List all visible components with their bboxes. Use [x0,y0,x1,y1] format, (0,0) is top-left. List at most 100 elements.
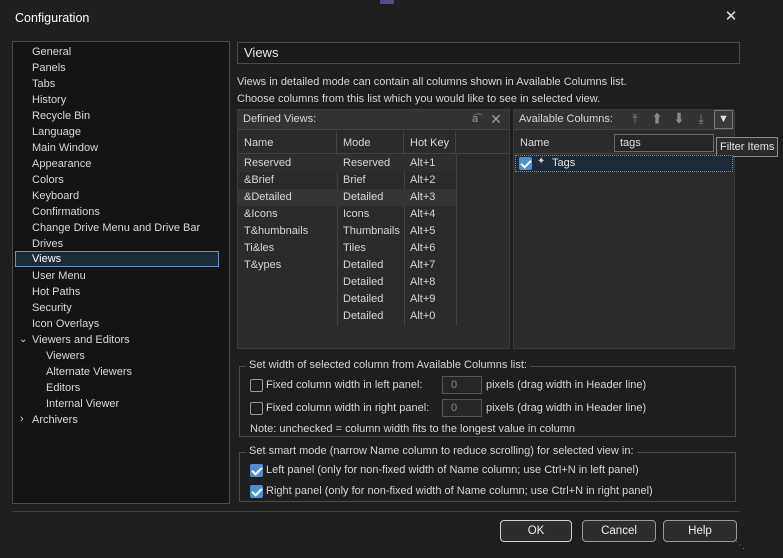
tags-checkbox[interactable] [519,157,532,170]
column-header-name[interactable]: Name [514,132,610,154]
sidebar-item-alternate-viewers[interactable]: Alternate Viewers [46,364,132,380]
defined-views-header: Name Mode Hot Key [238,132,509,154]
sidebar-item-internal-viewer[interactable]: Internal Viewer [46,396,119,412]
table-cell-hotkey[interactable]: Alt+3 [410,189,435,206]
filter-tooltip: Filter Items [716,137,779,157]
filter-input[interactable]: tags [614,134,714,152]
sidebar-item-recycle-bin[interactable]: Recycle Bin [32,108,90,124]
right-width-checkbox[interactable] [250,402,263,415]
delete-icon[interactable]: ✕ [487,110,505,128]
sidebar-item-editors[interactable]: Editors [46,380,80,396]
sidebar-item-views[interactable]: Views [15,251,219,267]
table-cell-name[interactable]: &Brief [244,172,274,189]
sidebar-item-general[interactable]: General [32,44,71,60]
sidebar-item-viewers-and-editors[interactable]: Viewers and Editors [32,332,130,348]
sidebar-tree[interactable]: General Panels Tabs History Recycle Bin … [12,41,230,504]
table-cell-mode[interactable]: Brief [343,172,366,189]
sidebar-item-main-window[interactable]: Main Window [32,140,98,156]
list-item[interactable]: ✦ Tags [515,155,733,172]
filter-icon[interactable]: ▼ [714,110,733,129]
sidebar-item-drives[interactable]: Drives [32,236,63,252]
footer-divider [12,511,740,512]
table-cell-hotkey[interactable]: Alt+7 [410,257,435,274]
title-bar [0,0,783,36]
table-cell-name[interactable]: &Detailed [244,189,292,206]
cancel-button[interactable]: Cancel [582,520,656,542]
sidebar-item-appearance[interactable]: Appearance [32,156,91,172]
sidebar-item-history[interactable]: History [32,92,66,108]
smart-right-checkbox[interactable] [250,485,263,498]
table-cell-mode[interactable]: Icons [343,206,369,223]
table-cell-hotkey[interactable]: Alt+8 [410,274,435,291]
move-up-icon[interactable]: 🠱 [648,110,666,128]
page-header [237,42,740,64]
smart-left-label: Left panel (only for non-fixed width of … [266,464,639,476]
list-item-label: Tags [552,157,576,169]
sidebar-item-language[interactable]: Language [32,124,81,140]
left-width-checkbox[interactable] [250,379,263,392]
table-cell-hotkey[interactable]: Alt+9 [410,291,435,308]
window-title: Configuration [15,11,90,25]
right-width-label: Fixed column width in right panel: [266,402,430,414]
left-width-label: Fixed column width in left panel: [266,379,423,391]
table-cell-hotkey[interactable]: Alt+6 [410,240,435,257]
table-cell-name[interactable]: Reserved [244,155,291,172]
table-cell-name[interactable]: T&ypes [244,257,281,274]
sidebar-item-security[interactable]: Security [32,300,72,316]
table-cell-hotkey[interactable]: Alt+4 [410,206,435,223]
sidebar-item-archivers[interactable]: Archivers [32,412,78,428]
right-width-unit: pixels (drag width in Header line) [486,402,647,414]
right-width-input[interactable]: 0 [442,399,482,417]
table-cell-hotkey[interactable]: Alt+5 [410,223,435,240]
table-cell-hotkey[interactable]: Alt+1 [410,155,435,172]
table-cell-mode[interactable]: Detailed [343,189,383,206]
sidebar-item-hot-paths[interactable]: Hot Paths [32,284,80,300]
sidebar-item-user-menu[interactable]: User Menu [32,268,86,284]
smart-mode-legend: Set smart mode (narrow Name column to re… [246,445,637,457]
sidebar-item-change-drive-menu[interactable]: Change Drive Menu and Drive Bar [32,220,200,236]
move-down-icon[interactable]: 🠳 [670,110,688,128]
sidebar-item-confirmations[interactable]: Confirmations [32,204,100,220]
left-width-unit: pixels (drag width in Header line) [486,379,647,391]
column-divider [337,154,338,326]
sidebar-item-panels[interactable]: Panels [32,60,66,76]
smart-left-checkbox[interactable] [250,464,263,477]
tag-icon: ✦ [537,156,546,167]
ok-button[interactable]: OK [500,520,572,542]
table-cell-mode[interactable]: Detailed [343,274,383,291]
defined-views-label: Defined Views: [243,113,317,125]
column-header-name[interactable]: Name [238,132,337,154]
left-width-input[interactable]: 0 [442,376,482,394]
table-cell-name[interactable]: Ti&les [244,240,274,257]
page-title: Views [244,45,279,60]
table-cell-mode[interactable]: Thumbnails [343,223,400,240]
help-button[interactable]: Help [663,520,737,542]
chevron-right-icon[interactable]: › [20,413,24,425]
table-cell-mode[interactable]: Tiles [343,240,366,257]
chevron-down-icon[interactable]: ⌄ [19,334,27,345]
table-cell-hotkey[interactable]: Alt+0 [410,308,435,325]
move-bottom-icon[interactable]: ⤓ [692,110,710,128]
column-header-hotkey[interactable]: Hot Key [404,132,456,154]
table-cell-name[interactable]: &Icons [244,206,278,223]
resize-grip-icon[interactable]: ⋱ [735,540,745,551]
sidebar-item-tabs[interactable]: Tabs [32,76,55,92]
width-group-legend: Set width of selected column from Availa… [246,359,530,371]
table-cell-hotkey[interactable]: Alt+2 [410,172,435,189]
background-window-strip [380,0,394,4]
sidebar-item-colors[interactable]: Colors [32,172,64,188]
table-cell-name[interactable]: T&humbnails [244,223,308,240]
rename-icon[interactable]: a͡ [466,110,484,128]
sidebar-item-icon-overlays[interactable]: Icon Overlays [32,316,99,332]
sidebar-item-viewers[interactable]: Viewers [46,348,85,364]
table-cell-mode[interactable]: Reserved [343,155,390,172]
width-note: Note: unchecked = column width fits to t… [250,423,575,435]
table-cell-mode[interactable]: Detailed [343,308,383,325]
table-cell-mode[interactable]: Detailed [343,257,383,274]
close-icon[interactable]: ✕ [720,6,742,28]
column-header-mode[interactable]: Mode [337,132,404,154]
sidebar-item-keyboard[interactable]: Keyboard [32,188,79,204]
table-cell-mode[interactable]: Detailed [343,291,383,308]
description-line-1: Views in detailed mode can contain all c… [237,76,627,88]
move-top-icon[interactable]: ⤒ [626,110,644,128]
